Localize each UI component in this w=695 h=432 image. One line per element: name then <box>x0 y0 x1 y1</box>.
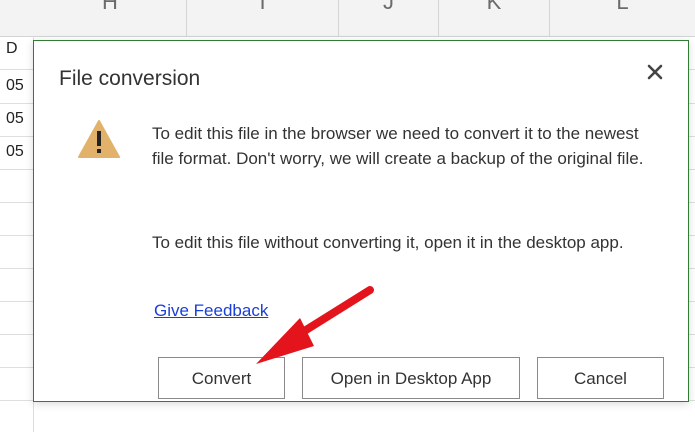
cancel-button[interactable]: Cancel <box>537 357 664 399</box>
dialog-title: File conversion <box>59 67 201 90</box>
column-header-k[interactable]: K <box>439 0 550 36</box>
column-header-h[interactable]: H <box>34 0 187 36</box>
cell-value[interactable]: 05 <box>6 110 24 128</box>
column-header-l[interactable]: L <box>550 0 695 36</box>
cell-value[interactable]: 05 <box>6 77 24 95</box>
file-conversion-dialog: File conversion To edit this file in the… <box>33 40 689 402</box>
column-header-j[interactable]: J <box>339 0 439 36</box>
give-feedback-link[interactable]: Give Feedback <box>154 301 268 321</box>
column-header-i[interactable]: I <box>187 0 339 36</box>
convert-button[interactable]: Convert <box>158 357 285 399</box>
conversion-message: To edit this file in the browser we need… <box>152 124 644 168</box>
screen: H I J K L D 05 05 05 File conversion To … <box>0 0 695 432</box>
cell-value[interactable]: 05 <box>6 143 24 161</box>
desktop-app-message: To edit this file without converting it,… <box>152 233 624 252</box>
close-icon <box>647 64 663 80</box>
close-button[interactable] <box>642 59 668 85</box>
warning-triangle-icon <box>77 119 121 159</box>
cell-header-d[interactable]: D <box>6 40 18 58</box>
column-header-bar: H I J K L <box>0 0 695 37</box>
open-in-desktop-app-button[interactable]: Open in Desktop App <box>302 357 520 399</box>
